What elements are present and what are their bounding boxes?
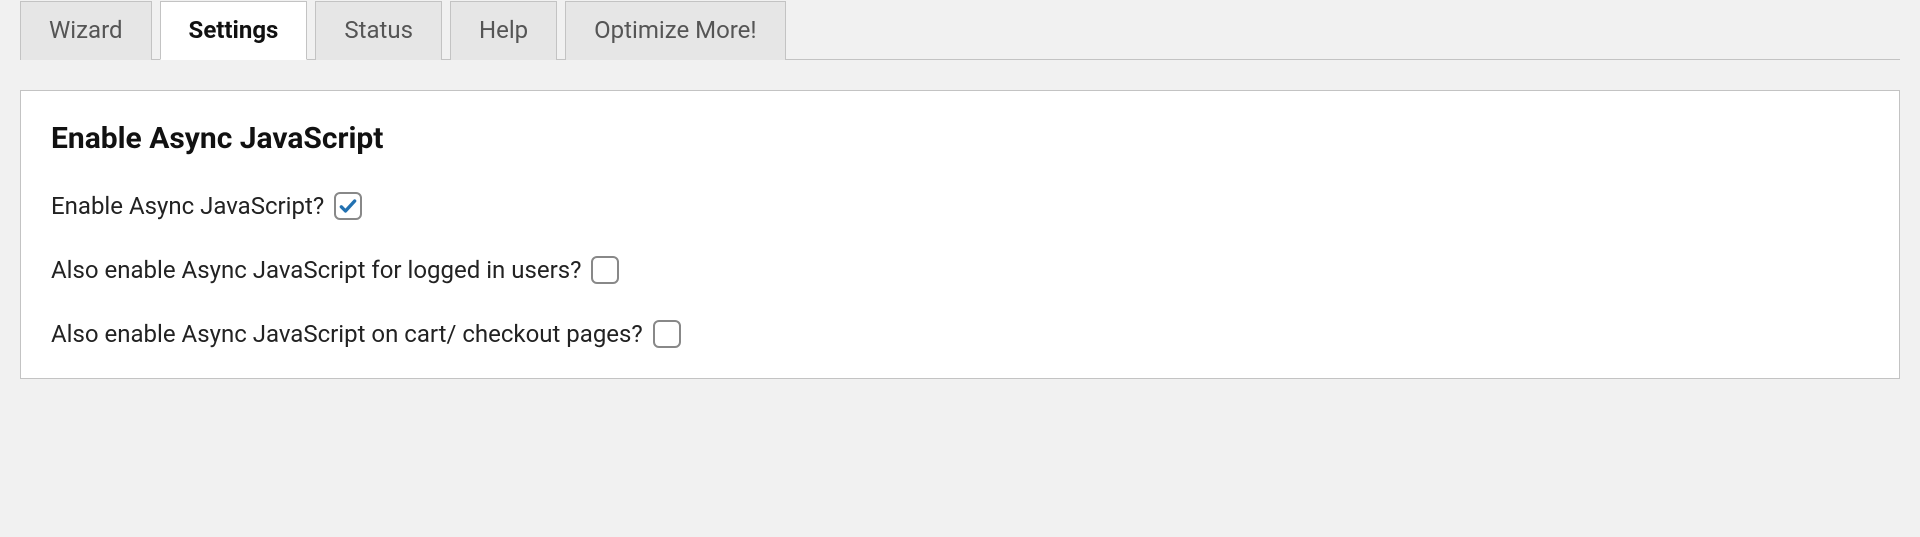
option-row-cart-checkout: Also enable Async JavaScript on cart/ ch… <box>51 320 1869 348</box>
tab-settings[interactable]: Settings <box>160 1 308 60</box>
tab-bar: Wizard Settings Status Help Optimize Mor… <box>20 0 1900 60</box>
tab-label: Status <box>344 16 413 44</box>
check-icon <box>338 196 358 216</box>
option-label: Also enable Async JavaScript on cart/ ch… <box>51 320 643 348</box>
checkbox-cart-checkout[interactable] <box>653 320 681 348</box>
tab-wizard[interactable]: Wizard <box>20 1 152 60</box>
tab-help[interactable]: Help <box>450 1 557 60</box>
settings-panel: Enable Async JavaScript Enable Async Jav… <box>20 90 1900 379</box>
option-row-logged-in: Also enable Async JavaScript for logged … <box>51 256 1869 284</box>
checkbox-logged-in-users[interactable] <box>591 256 619 284</box>
option-label: Also enable Async JavaScript for logged … <box>51 256 581 284</box>
section-title: Enable Async JavaScript <box>51 121 1869 156</box>
checkbox-enable-async[interactable] <box>334 192 362 220</box>
option-label: Enable Async JavaScript? <box>51 192 324 220</box>
option-row-enable: Enable Async JavaScript? <box>51 192 1869 220</box>
tab-status[interactable]: Status <box>315 1 442 60</box>
tab-label: Settings <box>189 16 279 44</box>
tab-label: Help <box>479 16 528 44</box>
tab-label: Wizard <box>49 16 123 44</box>
tab-optimize-more[interactable]: Optimize More! <box>565 1 785 60</box>
tab-label: Optimize More! <box>594 16 756 44</box>
